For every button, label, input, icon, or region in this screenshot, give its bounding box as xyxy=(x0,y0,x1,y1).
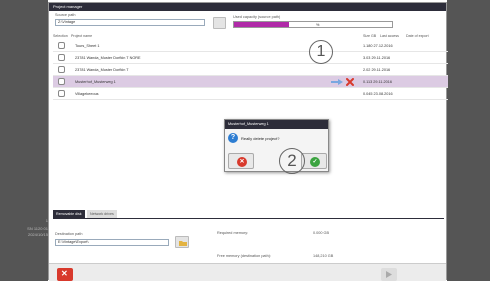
side-text-2: SN 1120 01 xyxy=(27,226,48,231)
row-checkbox[interactable] xyxy=(58,90,65,97)
required-memory-value: 0.000 GB xyxy=(313,231,330,235)
destination-path-label: Destination path xyxy=(55,232,83,236)
next-button[interactable] xyxy=(381,268,397,281)
side-text-3: 2024/10/15 xyxy=(27,232,48,237)
row-checkbox[interactable] xyxy=(58,78,65,85)
project-manager-window: Project manager Source path Z:\Vintage U… xyxy=(48,2,448,281)
capacity-fill xyxy=(234,22,290,27)
capacity-label: Used capacity (source path) xyxy=(233,15,281,19)
header-date-of-export[interactable]: Date of export xyxy=(406,34,429,38)
delete-confirm-dialog: Musterhof_Musterweg 1 ? Really delete pr… xyxy=(224,119,329,172)
source-path-label: Source path xyxy=(55,13,76,17)
row-checkbox[interactable] xyxy=(58,42,65,49)
project-name: Musterhof_Musterweg 1 xyxy=(75,80,116,84)
header-selection[interactable]: Selection xyxy=(53,34,68,38)
red-x-icon[interactable] xyxy=(346,78,354,86)
source-path-field[interactable]: Z:\Vintage xyxy=(55,19,205,26)
table-row-selected[interactable]: Musterhof_Musterweg 1 0.113 29.11.2016 xyxy=(53,76,448,88)
arrow-right-icon[interactable] xyxy=(330,78,344,86)
browse-destination-button[interactable] xyxy=(175,236,189,248)
dialog-title: Musterhof_Musterweg 1 xyxy=(225,120,328,129)
close-button[interactable]: ✕ xyxy=(57,268,73,281)
destination-path-field[interactable]: E:\Vintage\Export\ xyxy=(55,239,169,246)
side-text-1: 1 xyxy=(45,218,48,223)
browse-source-button[interactable] xyxy=(213,17,226,29)
table-row[interactable]: Tours_Sheet 1 1.180 27.12.2016 xyxy=(53,40,448,52)
table-row[interactable]: 23781 Wanda_Muster Dorfkin T 2.02 29.11.… xyxy=(53,64,448,76)
required-memory-label: Required memory: xyxy=(217,231,249,235)
tab-divider xyxy=(53,218,444,219)
row-checkbox[interactable] xyxy=(58,66,65,73)
capacity-percent: % xyxy=(316,23,320,27)
capacity-bar: % xyxy=(233,21,393,28)
question-icon: ? xyxy=(228,133,238,143)
outer-left-frame: 1 SN 1120 01 2024/10/15 xyxy=(0,0,48,281)
project-name: 23781 Wanda_Muster Dorfkin T NORE xyxy=(75,56,141,60)
table-row[interactable]: 23781 Wanda_Muster Dorfkin T NORE 3.03 2… xyxy=(53,52,448,64)
close-icon: ✕ xyxy=(61,269,68,278)
checkmark-circle-icon: ✓ xyxy=(310,157,320,167)
project-size-date: 1.180 27.12.2016 xyxy=(363,44,393,48)
window-title: Project manager xyxy=(49,3,446,11)
project-size-date: 0.113 29.11.2016 xyxy=(363,80,392,84)
tab-network-drives[interactable]: Network drives xyxy=(87,210,117,218)
callout-1: 1 xyxy=(309,40,333,64)
free-memory-value: 148,210 GB xyxy=(313,254,334,258)
project-name: Tours_Sheet 1 xyxy=(75,44,100,48)
project-size-date: 2.02 29.11.2016 xyxy=(363,68,391,72)
header-size[interactable]: Size GB xyxy=(363,34,376,38)
project-name: 23781 Wanda_Muster Dorfkin T xyxy=(75,68,129,72)
folder-icon xyxy=(179,241,187,246)
project-size-date: 0.045 23.08.2016 xyxy=(363,92,393,96)
project-size-date: 3.03 29.11.2016 xyxy=(363,56,391,60)
project-name: Villagekeeous xyxy=(75,92,99,96)
tab-removable-disk[interactable]: Removable disk xyxy=(53,210,85,218)
callout-2: 2 xyxy=(279,148,305,174)
dialog-message: Really delete project? xyxy=(241,136,280,141)
free-memory-label: Free memory (destination path): xyxy=(217,254,272,258)
play-arrow-icon xyxy=(386,271,392,278)
header-project-name[interactable]: Project name xyxy=(71,34,92,38)
outer-right-frame xyxy=(447,0,490,281)
row-checkbox[interactable] xyxy=(58,54,65,61)
bottom-bar: ✕ xyxy=(49,263,446,281)
x-circle-icon: ✕ xyxy=(237,157,247,167)
cancel-button[interactable]: ✕ xyxy=(228,153,254,169)
header-last-access[interactable]: Last access xyxy=(380,34,399,38)
table-row[interactable]: Villagekeeous 0.045 23.08.2016 xyxy=(53,88,448,100)
